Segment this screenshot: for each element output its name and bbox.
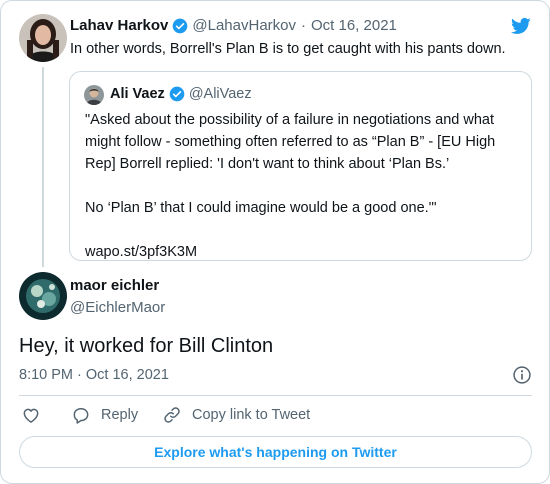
tweet-date[interactable]: Oct 16, 2021 bbox=[311, 17, 397, 34]
heart-icon bbox=[23, 408, 39, 423]
divider bbox=[19, 395, 532, 396]
copy-link-label: Copy link to Tweet bbox=[192, 407, 311, 423]
avatar[interactable] bbox=[19, 272, 67, 320]
info-icon[interactable] bbox=[512, 365, 532, 385]
author-name[interactable]: Lahav Harkov bbox=[70, 17, 168, 34]
twitter-bird-icon[interactable] bbox=[510, 16, 532, 36]
verified-badge-icon bbox=[173, 18, 188, 33]
quoted-tweet-header: Ali Vaez @AliVaez bbox=[110, 86, 252, 102]
quoted-tweet[interactable]: Ali Vaez @AliVaez "Asked about the possi… bbox=[69, 71, 532, 261]
tweet-timestamp[interactable]: 8:10 PM · Oct 16, 2021 bbox=[19, 367, 169, 383]
thread-connector-line bbox=[42, 67, 44, 267]
avatar[interactable] bbox=[19, 14, 67, 62]
explore-button[interactable]: Explore what's happening on Twitter bbox=[19, 436, 532, 468]
quoted-link[interactable]: wapo.st/3pf3K3M bbox=[85, 241, 525, 263]
parent-tweet-header: Lahav Harkov @LahavHarkov · Oct 16, 2021 bbox=[70, 17, 397, 34]
parent-tweet-text: In other words, Borrell's Plan B is to g… bbox=[70, 41, 506, 57]
separator: · bbox=[301, 17, 306, 34]
reply-button[interactable]: Reply bbox=[71, 405, 138, 425]
author-handle[interactable]: @LahavHarkov bbox=[192, 17, 296, 34]
quoted-paragraph: "Asked about the possibility of a failur… bbox=[85, 112, 496, 172]
author-handle[interactable]: @EichlerMaor bbox=[70, 299, 165, 316]
reply-label: Reply bbox=[101, 407, 139, 423]
author-handle: @AliVaez bbox=[188, 86, 252, 102]
avatar bbox=[84, 85, 104, 105]
verified-badge-icon bbox=[169, 86, 185, 102]
reply-tweet-text: Hey, it worked for Bill Clinton bbox=[19, 335, 274, 357]
quoted-tweet-text: "Asked about the possibility of a failur… bbox=[85, 109, 525, 263]
embedded-tweet-card: Lahav Harkov @LahavHarkov · Oct 16, 2021… bbox=[0, 0, 550, 484]
reply-icon bbox=[73, 408, 89, 424]
like-button[interactable] bbox=[21, 405, 51, 425]
author-name[interactable]: maor eichler bbox=[70, 277, 159, 294]
link-icon bbox=[164, 407, 180, 423]
quoted-paragraph: No ‘Plan B’ that I could imagine would b… bbox=[85, 200, 437, 216]
copy-link-button[interactable]: Copy link to Tweet bbox=[162, 405, 310, 425]
author-name: Ali Vaez bbox=[110, 86, 165, 102]
